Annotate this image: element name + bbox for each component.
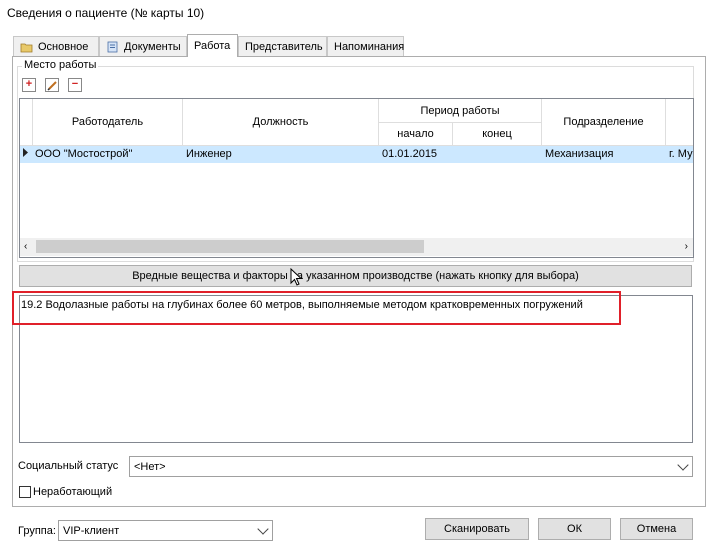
social-status-select[interactable]: <Нет> [129, 456, 693, 477]
document-icon [106, 41, 119, 53]
hazards-button-label: Вредные вещества и факторы на указанном … [132, 270, 579, 282]
cell-position[interactable]: Инженер [186, 147, 232, 162]
tab-work-label: Работа [194, 40, 231, 52]
tab-main[interactable]: Основное [13, 36, 99, 56]
folder-icon [20, 41, 33, 53]
group-label: Группа: [18, 525, 56, 537]
col-start[interactable]: начало [379, 123, 453, 146]
tab-representative[interactable]: Представитель [238, 36, 327, 56]
highlight-box [12, 291, 621, 325]
ok-button-label: ОК [567, 523, 582, 535]
cell-address[interactable]: г. Му [669, 147, 693, 162]
mouse-cursor-icon [290, 267, 303, 290]
delete-icon: − [71, 78, 79, 90]
social-status-label: Социальный статус [18, 460, 119, 472]
add-icon: + [25, 78, 33, 90]
unemployed-label: Неработающий [33, 486, 113, 498]
add-button[interactable]: + [22, 78, 36, 92]
ok-button[interactable]: ОК [538, 518, 611, 540]
hazards-select-button[interactable]: Вредные вещества и факторы на указанном … [19, 265, 692, 287]
row-indicator-header [20, 99, 33, 146]
cell-employer[interactable]: ООО "Мостострой" [35, 147, 132, 162]
workplace-table[interactable]: Работодатель Должность Период работы нач… [19, 98, 694, 258]
group-select[interactable]: VIP-клиент [58, 520, 273, 541]
tab-reminders-label: Напоминания [334, 40, 405, 53]
cancel-button-label: Отмена [636, 523, 677, 535]
tab-work[interactable]: Работа [187, 34, 238, 57]
group-value: VIP-клиент [63, 524, 120, 537]
workplace-legend: Место работы [22, 59, 99, 71]
tab-main-label: Основное [38, 40, 89, 53]
horizontal-scrollbar[interactable]: ‹ › [20, 238, 693, 256]
tab-reminders[interactable]: Напоминания [327, 36, 404, 56]
unemployed-checkbox[interactable] [19, 486, 31, 498]
tab-documents[interactable]: Документы [99, 36, 187, 56]
scan-button[interactable]: Сканировать [425, 518, 529, 540]
col-position[interactable]: Должность [183, 99, 379, 146]
col-employer[interactable]: Работодатель [33, 99, 183, 146]
window-title: Сведения о пациенте (№ карты 10) [7, 6, 205, 20]
col-period: Период работы [379, 99, 542, 123]
tab-documents-label: Документы [124, 40, 181, 53]
scroll-left-icon[interactable]: ‹ [24, 241, 27, 252]
scroll-right-icon[interactable]: › [685, 241, 688, 252]
social-status-value: <Нет> [134, 460, 166, 473]
edit-icon [47, 81, 57, 91]
edit-button[interactable] [45, 78, 59, 92]
cell-department[interactable]: Механизация [545, 147, 613, 162]
col-department[interactable]: Подразделение [542, 99, 666, 146]
col-address[interactable] [666, 99, 693, 146]
scan-button-label: Сканировать [444, 523, 510, 535]
cell-start[interactable]: 01.01.2015 [382, 147, 437, 162]
delete-button[interactable]: − [68, 78, 82, 92]
cancel-button[interactable]: Отмена [620, 518, 693, 540]
chevron-down-icon [257, 523, 269, 535]
tab-representative-label: Представитель [245, 40, 323, 53]
scroll-thumb[interactable] [36, 240, 424, 253]
row-pointer-icon [23, 147, 29, 162]
col-end[interactable]: конец [453, 123, 542, 146]
chevron-down-icon [677, 459, 689, 471]
